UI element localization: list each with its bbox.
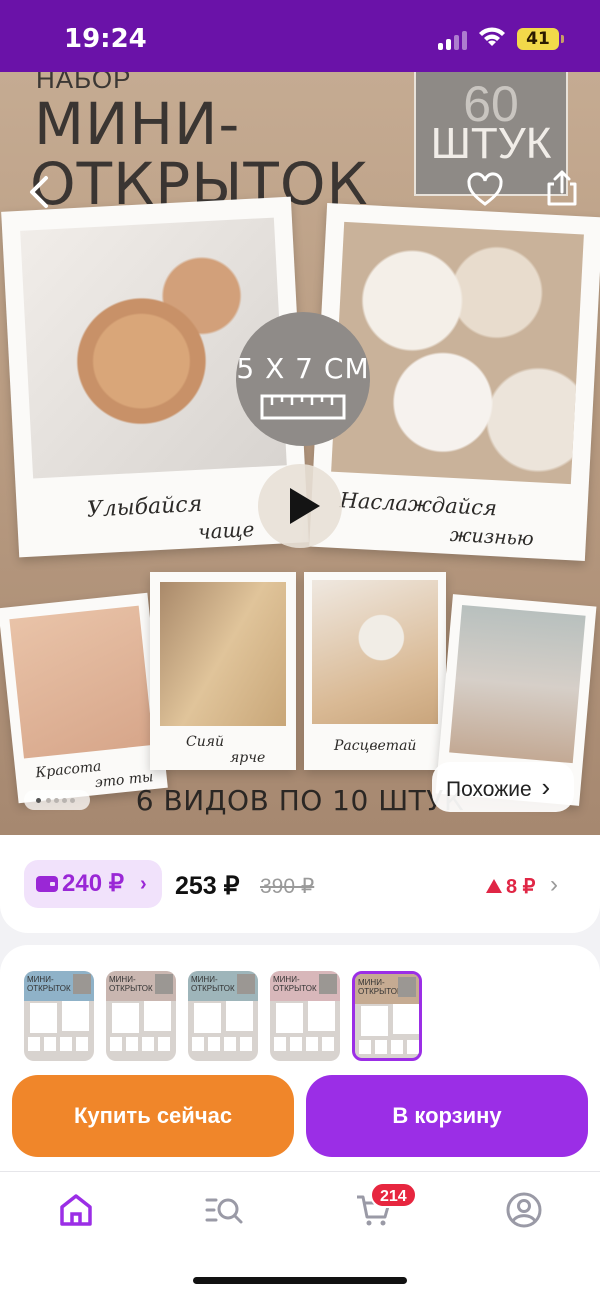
variant-thumbnail[interactable]: МИНИ-ОТКРЫТОК [188,971,258,1061]
flowers-photo [312,580,438,724]
signal-icon [438,30,468,50]
thumbnail-card [276,1003,303,1033]
chevron-right-icon: › [541,772,551,802]
price-change-value: 8 ₽ [506,876,536,898]
thumbnail-qty-box [398,977,416,997]
thumbnail-card-row [274,1037,336,1051]
battery-indicator: 41 [517,28,564,50]
chevron-right-icon: › [140,873,147,895]
postcard-shine: Сияй ярче [150,572,296,770]
variant-thumbnail[interactable]: МИНИ-ОТКРЫТОК [352,971,422,1061]
chevron-right-icon[interactable]: › [550,871,558,899]
bottom-tab-bar: 214 [0,1172,600,1297]
variants-card: МИНИ-ОТКРЫТОК МИНИ-ОТКРЫТОК МИНИ-ОТКРЫТОК М… [0,945,600,1175]
thumbnail-card [226,1001,253,1031]
similar-button[interactable]: Похожие › [432,762,574,812]
buy-now-button[interactable]: Купить сейчас [12,1075,294,1157]
home-icon[interactable] [56,1190,96,1230]
caption-line1: Расцветай [334,738,417,754]
caption-line2: чаще [197,517,255,544]
thumbnail-card [62,1001,89,1031]
caption-line1: Наслаждайся [339,488,498,521]
catalog-search-icon[interactable] [204,1190,244,1230]
thumbnail-card-row [359,1040,419,1054]
back-arrow-icon[interactable] [22,172,56,212]
status-bar: 19:24 41 [0,0,600,72]
thumbnail-card-row [192,1037,254,1051]
caption-line1: Улыбайся [86,491,203,523]
cart-badge: 214 [370,1182,417,1208]
hair-photo [160,582,286,726]
triangle-up-icon [486,879,502,893]
gallery-dots [24,790,90,810]
thumbnail-card-row [110,1037,172,1051]
price-card: 240 ₽ › 253 ₽ 390 ₽ 8 ₽ › [0,835,600,933]
caption-line2: жизнью [449,523,535,551]
thumbnail-qty-box [73,974,91,994]
thumbnail-qty-box [237,974,255,994]
wallet-price: 240 ₽ [62,870,124,897]
postcard-bloom: Расцветай [304,572,446,770]
thumbnail-card [308,1001,335,1031]
current-price: 253 ₽ [175,872,240,900]
variant-thumbnail[interactable]: МИНИ-ОТКРЫТОК [24,971,94,1061]
heart-icon[interactable] [466,172,504,208]
size-label: 5 X 7 СМ [236,352,370,385]
hero-title: МИНИ- ОТКРЫТОК [30,94,369,214]
hero-title-line1: МИНИ- [34,90,241,158]
wallet-price-button[interactable]: 240 ₽ › [24,860,162,908]
shoes-photo [449,604,586,764]
size-badge: 5 X 7 СМ [236,312,370,446]
add-to-cart-button[interactable]: В корзину [306,1075,588,1157]
thumbnail-card [194,1003,221,1033]
ruler-icon [260,394,346,420]
caption-line1: Красота [34,758,103,782]
wifi-icon [479,27,505,46]
thumbnail-card [30,1003,57,1033]
thumbnail-card-row [28,1037,90,1051]
similar-label: Похожие [446,778,532,801]
wallet-icon [36,876,58,892]
price-change[interactable]: 8 ₽ [486,874,535,899]
thumbnail-qty-box [155,974,173,994]
variant-thumbnail[interactable]: МИНИ-ОТКРЫТОК [106,971,176,1061]
home-indicator [193,1277,407,1284]
profile-icon[interactable] [504,1190,544,1230]
caption-line2: ярче [230,750,266,766]
product-image-gallery[interactable]: НАБОР МИНИ- ОТКРЫТОК 60 ШТУК Улыбайся ча… [0,72,600,835]
status-time: 19:24 [64,24,147,54]
thumbnail-card [112,1003,139,1033]
butterfly-photo [9,605,154,759]
caption-line1: Сияй [186,734,225,750]
share-icon[interactable] [544,168,580,208]
play-video-button[interactable] [258,464,342,548]
postcard-beauty: Красота это ты [0,592,168,804]
old-price: 390 ₽ [260,875,315,898]
thumbnail-card [361,1006,388,1036]
thumbnail-qty-box [319,974,337,994]
variant-thumbnail[interactable]: МИНИ-ОТКРЫТОК [270,971,340,1061]
thumbnail-card [393,1004,419,1034]
quantity-number: 60 [463,76,519,132]
thumbnail-card [144,1001,171,1031]
